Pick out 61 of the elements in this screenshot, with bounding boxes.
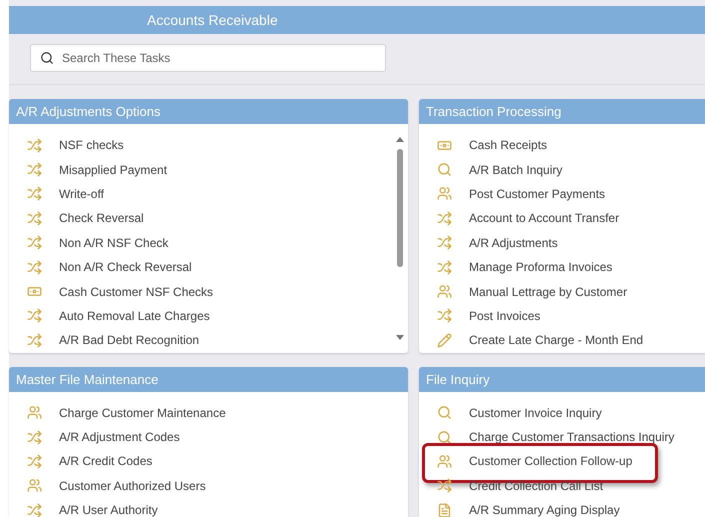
task-link[interactable]: Manual Lettrage by Customer [469, 284, 628, 299]
task-link[interactable]: A/R Adjustment Codes [59, 430, 180, 444]
task-link[interactable]: A/R Batch Inquiry [469, 162, 562, 177]
shuffle-icon [436, 235, 452, 250]
task-link[interactable]: Manage Proforma Invoices [469, 260, 612, 274]
task-link[interactable]: Post Invoices [469, 308, 540, 323]
document-icon [436, 502, 452, 517]
task-link[interactable]: Customer Collection Follow-up [469, 454, 632, 468]
panel-title: A/R Adjustments Options [9, 99, 408, 124]
shuffle-icon [26, 210, 42, 226]
shuffle-icon [26, 454, 42, 469]
shuffle-icon [436, 210, 452, 226]
users-icon [436, 284, 452, 300]
task-link[interactable]: A/R Credit Codes [59, 454, 152, 468]
search-icon [436, 405, 452, 420]
app-title: Accounts Receivable [147, 12, 278, 28]
task-link[interactable]: NSF checks [59, 138, 124, 152]
task-link[interactable]: Non A/R NSF Check [59, 236, 168, 250]
task-link[interactable]: Write-off [59, 186, 104, 201]
users-icon [436, 186, 452, 202]
task-link[interactable]: A/R Summary Aging Display [469, 503, 620, 517]
task-link[interactable]: A/R User Authority [59, 503, 158, 517]
task-link[interactable]: Charge Customer Transactions Inquiry [469, 430, 674, 444]
task-link[interactable]: Check Reversal [59, 211, 144, 226]
task-link[interactable]: A/R Bad Debt Recognition [59, 333, 200, 348]
shuffle-icon [26, 502, 42, 517]
task-link[interactable]: A/R Adjustments [469, 236, 558, 250]
search-icon [436, 162, 452, 178]
task-link[interactable]: Charge Customer Maintenance [59, 406, 226, 420]
shuffle-icon [26, 308, 42, 324]
pencil-icon [436, 332, 452, 348]
users-icon [26, 478, 42, 494]
search-icon [436, 430, 452, 445]
task-link[interactable]: Auto Removal Late Charges [59, 308, 210, 323]
shuffle-icon [26, 235, 42, 250]
task-link[interactable]: Post Customer Payments [469, 186, 606, 201]
shuffle-icon [26, 138, 42, 153]
search-field[interactable]: Search These Tasks [30, 44, 386, 72]
shuffle-icon [436, 478, 452, 494]
task-link[interactable]: Account to Account Transfer [469, 211, 620, 226]
users-icon [436, 454, 452, 469]
panel-title: Transaction Processing [419, 99, 705, 124]
shuffle-icon [26, 332, 42, 348]
task-link[interactable]: Credit Collection Call List [469, 478, 604, 493]
shuffle-icon [26, 162, 42, 178]
task-link[interactable]: Create Late Charge - Month End [469, 333, 644, 348]
users-icon [26, 405, 42, 420]
task-link[interactable]: Cash Receipts [469, 138, 548, 152]
shuffle-icon [436, 260, 452, 275]
shuffle-icon [26, 430, 42, 445]
shuffle-icon [26, 186, 42, 202]
task-link[interactable]: Customer Authorized Users [59, 478, 206, 493]
panel-title: File Inquiry [419, 366, 705, 392]
task-link[interactable]: Non A/R Check Reversal [59, 260, 192, 274]
panel-title: Master File Maintenance [9, 366, 408, 392]
task-link[interactable]: Cash Customer NSF Checks [59, 284, 214, 299]
shuffle-icon [436, 308, 452, 324]
shuffle-icon [26, 260, 42, 275]
search-icon [40, 51, 54, 65]
task-link[interactable]: Misapplied Payment [59, 162, 168, 177]
task-link[interactable]: Customer Invoice Inquiry [469, 406, 602, 420]
